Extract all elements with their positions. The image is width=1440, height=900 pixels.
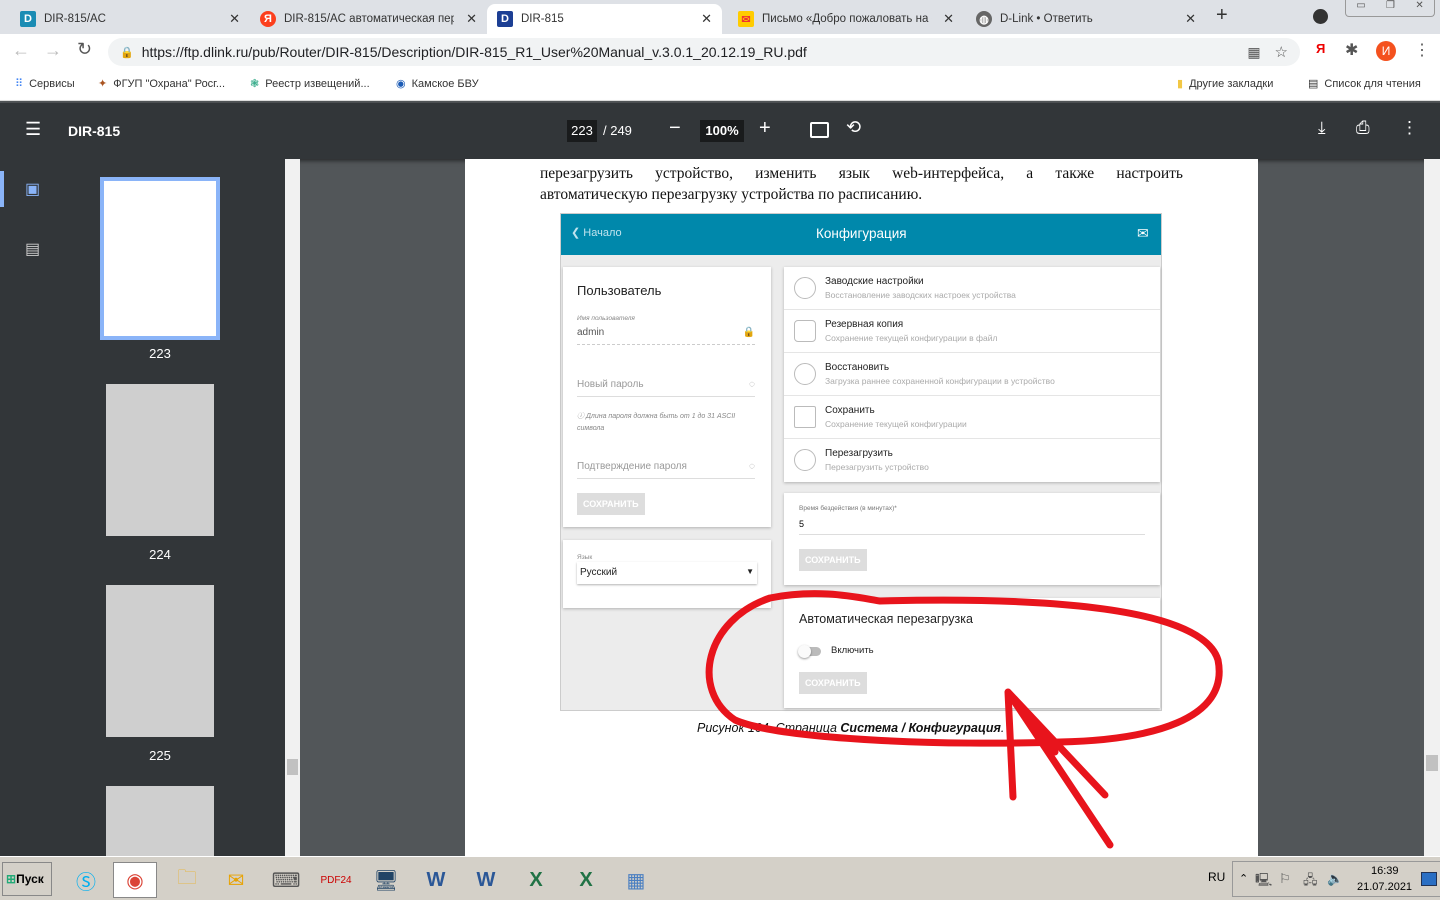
volume-icon[interactable]: 🔈 [1327,871,1343,887]
main-scrollbar[interactable] [1424,159,1440,856]
taskbar: ⊞ Пуск Ⓢ ◉ 🗀 ✉ ⌨ PDF24 🖥 W W X X ▦ RU ⌃ 🖳… [0,856,1440,900]
calculator-icon[interactable]: ▦ [614,862,658,898]
show-hidden-icon[interactable]: ⌃ [1239,872,1248,885]
chrome-icon[interactable]: ◉ [113,862,157,898]
clock-date[interactable]: 21.07.2021 [1357,881,1412,893]
show-desktop-icon[interactable] [1421,872,1437,886]
annotation-arrow [1004,688,1114,849]
flag-icon[interactable]: ⚐ [1279,871,1291,887]
pdf24-icon[interactable]: PDF24 [314,862,358,898]
system-tray: ⌃ 🖳 ⚐ 🖧 🔈 16:39 21.07.2021 [1232,861,1440,897]
red-annotation [705,590,1223,849]
excel-2-icon[interactable]: X [564,862,608,898]
word-2-icon[interactable]: W [464,862,508,898]
skype-icon[interactable]: Ⓢ [64,862,108,898]
windows-logo-icon: ⊞ [6,872,17,886]
remote-desktop-icon[interactable]: 🖥 [364,862,408,898]
explorer-icon[interactable]: 🗀 [165,862,209,898]
annotation-circle [705,590,1223,747]
outlook-icon[interactable]: ✉ [214,862,258,898]
lan-icon[interactable]: 🖧 [1303,871,1318,893]
clock-time[interactable]: 16:39 [1371,865,1399,877]
start-button[interactable]: ⊞ Пуск [2,862,52,896]
excel-icon[interactable]: X [514,862,558,898]
language-indicator[interactable]: RU [1208,870,1225,884]
keyboard-app-icon[interactable]: ⌨ [264,862,308,898]
word-icon[interactable]: W [414,862,458,898]
network-icon[interactable]: 🖳 [1255,871,1272,893]
